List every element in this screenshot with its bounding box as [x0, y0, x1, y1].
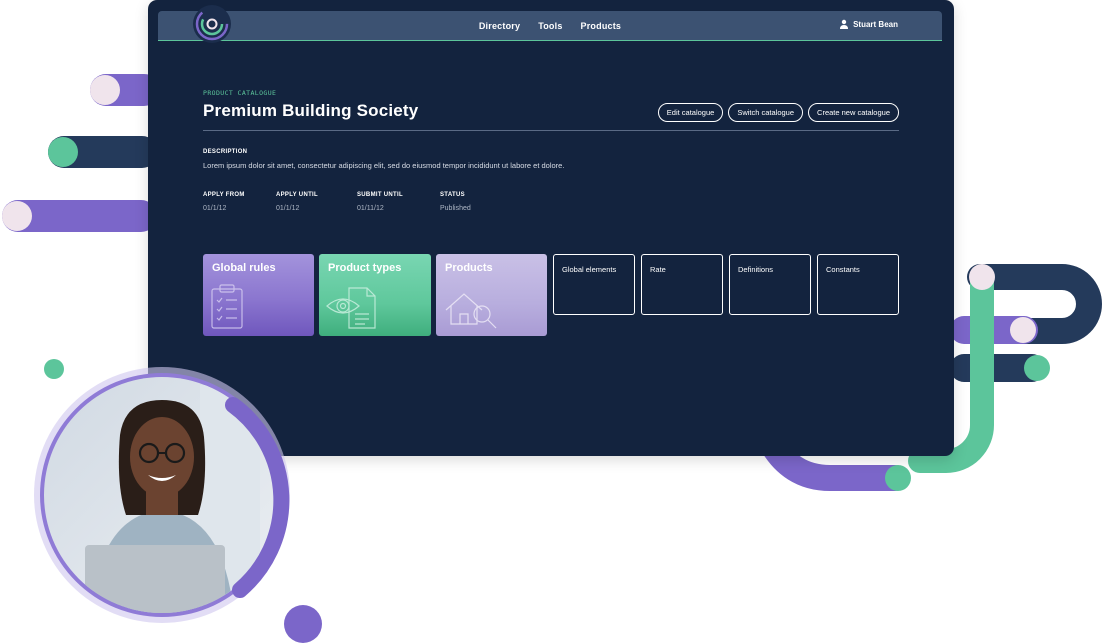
meta-status: STATUS Published	[440, 192, 471, 212]
meta-apply-until: APPLY UNTIL 01/1/12	[276, 192, 318, 212]
section-eyebrow: PRODUCT CATALOGUE	[203, 89, 277, 97]
main-nav: Directory Tools Products	[158, 11, 942, 40]
clipboard-checklist-icon	[211, 284, 243, 329]
create-catalogue-button[interactable]: Create new catalogue	[808, 103, 899, 122]
eye-document-icon	[326, 287, 376, 329]
user-menu[interactable]: Stuart Bean	[839, 19, 898, 29]
top-navigation-bar: Directory Tools Products Stuart Bean	[158, 11, 942, 41]
deco-dot-green	[1024, 355, 1050, 381]
edit-catalogue-button[interactable]: Edit catalogue	[657, 103, 724, 122]
meta-label: APPLY UNTIL	[276, 192, 318, 198]
deco-dot-blush	[969, 264, 995, 290]
tile-label: Product types	[328, 262, 402, 274]
deco-dot-blush	[1010, 317, 1036, 343]
tile-products[interactable]: Products	[436, 254, 547, 336]
meta-value: 01/11/12	[357, 205, 384, 212]
deco-dot-blush	[90, 75, 120, 105]
tile-definitions[interactable]: Definitions	[729, 254, 811, 315]
nav-item-tools[interactable]: Tools	[538, 21, 562, 31]
user-icon	[840, 19, 849, 29]
tile-global-elements[interactable]: Global elements	[553, 254, 635, 315]
tile-label: Definitions	[738, 265, 774, 274]
meta-value: 01/1/12	[276, 205, 300, 212]
page-title: Premium Building Society	[203, 101, 419, 120]
switch-catalogue-button[interactable]: Switch catalogue	[728, 103, 804, 122]
tile-global-rules[interactable]: Global rules	[203, 254, 314, 336]
tile-label: Rate	[650, 265, 666, 274]
app-logo[interactable]	[192, 4, 232, 44]
nav-item-products[interactable]: Products	[581, 21, 622, 31]
deco-dot-green	[885, 465, 911, 491]
meta-label: APPLY FROM	[203, 192, 245, 198]
user-name: Stuart Bean	[853, 19, 898, 29]
meta-label: SUBMIT UNTIL	[357, 192, 403, 198]
tile-constants[interactable]: Constants	[817, 254, 899, 315]
person-portrait	[34, 367, 290, 623]
meta-value: 01/1/12	[203, 205, 227, 212]
tile-label: Products	[445, 262, 493, 274]
meta-apply-from: APPLY FROM 01/1/12	[203, 192, 245, 212]
description-text: Lorem ipsum dolor sit amet, consectetur …	[203, 161, 565, 170]
nav-item-directory[interactable]: Directory	[479, 21, 520, 31]
meta-submit-until: SUBMIT UNTIL 01/11/12	[357, 192, 403, 212]
deco-dot-green	[48, 137, 78, 167]
tile-label: Constants	[826, 265, 860, 274]
meta-value: Published	[440, 205, 471, 212]
house-search-icon	[445, 293, 497, 329]
description-label: DESCRIPTION	[203, 149, 248, 155]
catalogue-actions: Edit catalogue Switch catalogue Create n…	[657, 103, 899, 122]
tile-rate[interactable]: Rate	[641, 254, 723, 315]
deco-dot-blush	[2, 201, 32, 231]
tile-label: Global elements	[562, 265, 617, 274]
tile-label: Global rules	[212, 262, 276, 274]
meta-label: STATUS	[440, 192, 465, 198]
header-divider	[203, 130, 899, 131]
tile-product-types[interactable]: Product types	[319, 254, 431, 336]
